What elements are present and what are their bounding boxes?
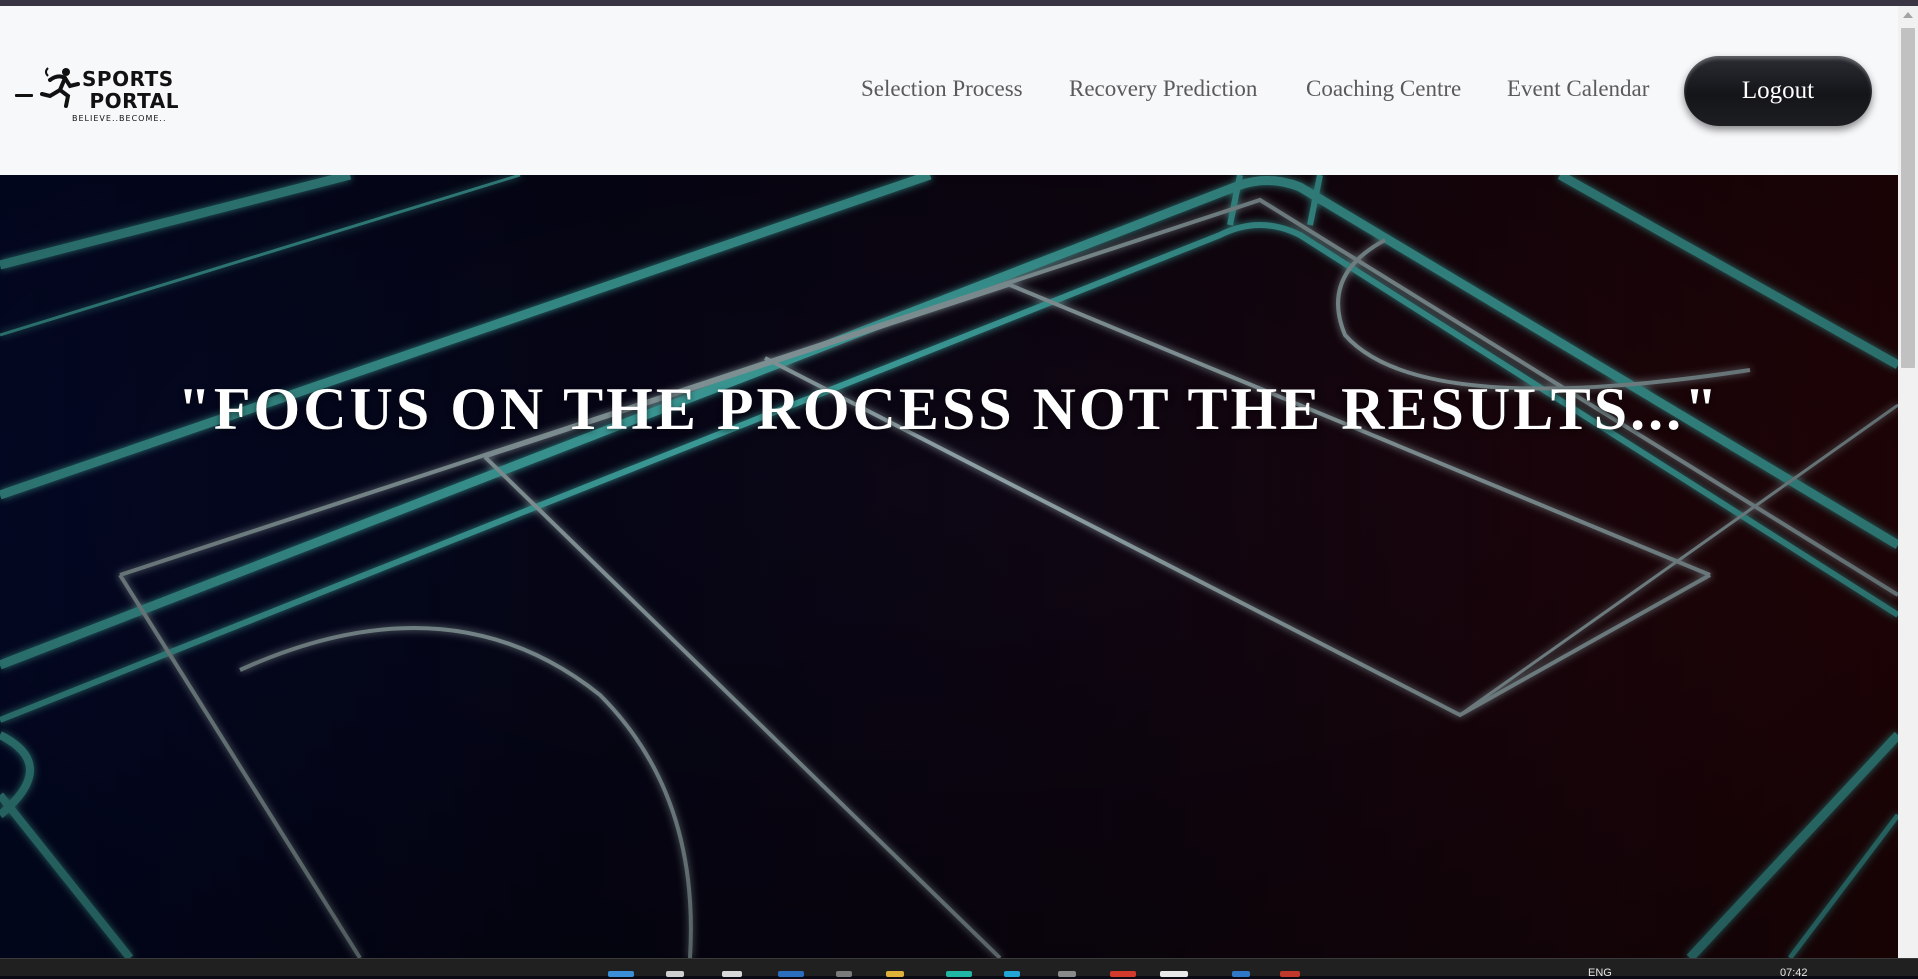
taskbar-language[interactable]: ENG [1588,967,1612,979]
app-icon[interactable] [1004,971,1020,977]
nav-links: Selection Process Recovery Prediction Co… [0,76,1898,106]
nav-link-selection-process[interactable]: Selection Process [861,76,1023,102]
hero-banner: "FOCUS ON THE PROCESS NOT THE RESULTS...… [0,175,1898,958]
vertical-scrollbar[interactable] [1898,6,1918,958]
app-icon[interactable] [1280,971,1300,977]
navbar: SPORTS PORTAL BELIEVE..BECOME.. Selectio… [0,6,1898,175]
os-taskbar: ENG 07:42 [0,958,1918,979]
scroll-thumb[interactable] [1901,28,1915,368]
nav-link-event-calendar[interactable]: Event Calendar [1507,76,1649,102]
brand-tagline: BELIEVE..BECOME.. [72,114,167,123]
scroll-up-icon[interactable] [1903,12,1913,18]
taskbar-clock[interactable]: 07:42 [1780,967,1808,979]
active-app-icon[interactable] [1160,971,1188,977]
file-explorer-icon[interactable] [886,971,904,977]
chrome-icon[interactable] [1110,971,1136,977]
court-background-image [0,175,1898,958]
store-icon[interactable] [778,971,804,977]
logout-button[interactable]: Logout [1684,56,1872,126]
windows-start-icon[interactable] [608,971,634,977]
search-icon[interactable] [666,971,684,977]
app-icon[interactable] [1058,971,1076,977]
hero-quote: "FOCUS ON THE PROCESS NOT THE RESULTS...… [177,376,1721,442]
task-view-icon[interactable] [722,971,742,977]
app-icon[interactable] [836,971,852,977]
edge-icon[interactable] [946,971,972,977]
nav-link-recovery-prediction[interactable]: Recovery Prediction [1069,76,1257,102]
vscode-icon[interactable] [1232,971,1250,977]
nav-link-coaching-centre[interactable]: Coaching Centre [1306,76,1461,102]
